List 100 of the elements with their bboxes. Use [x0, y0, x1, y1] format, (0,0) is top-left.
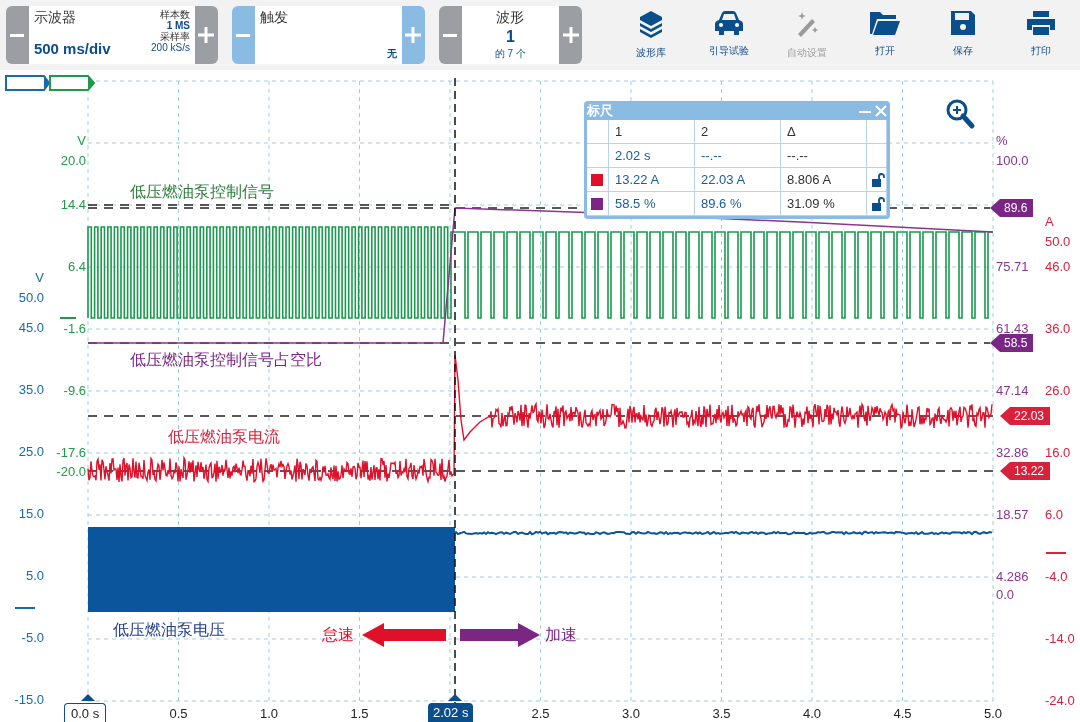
zero-marker [1045, 552, 1067, 554]
increase-button[interactable] [559, 6, 582, 64]
stack-icon [637, 10, 665, 38]
trace-label: 低压燃油泵电流 [168, 426, 280, 447]
car-tool-button[interactable]: 引导试验 [690, 10, 768, 60]
value-tag[interactable]: 58.5 [990, 334, 1034, 352]
axis-label: -14.0 [1045, 631, 1075, 647]
time-axis-label: 5.0 [983, 706, 1003, 721]
axis-unit: V [35, 270, 44, 286]
trigger-mode: 无 [386, 47, 397, 61]
folder-tool-button[interactable]: 打开 [846, 10, 924, 60]
axis-label: 45.0 [18, 320, 44, 336]
axis-label: -24.0 [1045, 693, 1075, 709]
time-axis-label: 1.0 [259, 706, 279, 721]
rate-value: 200 kS/s [151, 42, 190, 53]
ruler-cell: --.-- [695, 144, 781, 168]
ruler-cell: 13.22 A [609, 168, 695, 192]
cursor-time-label[interactable]: 2.02 s [428, 703, 474, 722]
decrease-button[interactable] [438, 6, 462, 64]
save-icon [950, 10, 976, 36]
axis-label: 47.14 [996, 383, 1029, 399]
axis-label: 6.4 [67, 259, 86, 275]
unlocked-padlock-icon[interactable] [871, 172, 885, 187]
time-axis-label: 2.5 [531, 706, 550, 721]
close-icon[interactable] [875, 104, 887, 117]
trace-label: 低压燃油泵控制信号占空比 [130, 349, 322, 370]
axis-label: 0.0 [996, 587, 1015, 603]
plus-icon [562, 27, 579, 43]
start-marker[interactable] [81, 694, 95, 701]
unlocked-padlock-icon[interactable] [871, 196, 885, 211]
timebase-value: 500 ms/div [33, 40, 111, 59]
zoom-icon[interactable] [946, 99, 975, 129]
axis-label: 35.0 [18, 382, 44, 398]
axis-label: 61.43 [996, 321, 1029, 337]
cursor-line[interactable] [454, 77, 456, 704]
axis-label: -17.6 [56, 445, 86, 461]
axis-label: -15.0 [14, 692, 44, 708]
time-start-label[interactable]: 0.0 s [64, 703, 107, 722]
time-axis-label: 3.0 [621, 706, 641, 721]
waveform-title: 波形 [496, 9, 525, 27]
axis-label: 26.0 [1045, 383, 1071, 399]
waveform-count: 的 7 个 [494, 47, 526, 61]
timebase-title: 示波器 [33, 9, 77, 27]
value-tag[interactable]: 89.6 [990, 199, 1034, 217]
axis-unit: V [77, 133, 86, 149]
ruler-cell: 31.09 % [781, 192, 867, 216]
trace-label: 低压燃油泵电压 [113, 619, 225, 640]
ruler-cell: --.-- [781, 144, 867, 168]
increase-button[interactable] [195, 6, 218, 64]
cursor-marker[interactable] [448, 694, 462, 701]
zero-marker [14, 607, 36, 609]
axis-label: 14.4 [60, 197, 86, 213]
zero-marker [59, 317, 77, 319]
axis-label: -9.6 [63, 383, 86, 399]
annotation-label: 加速 [545, 624, 577, 645]
waveform-number: 1 [505, 28, 515, 46]
axis-label: 75.71 [996, 259, 1029, 275]
samples-label: 样本数 [160, 9, 190, 20]
car-icon [714, 10, 744, 36]
ruler-cell: 2.02 s [609, 144, 695, 168]
axis-label: 5.0 [25, 568, 44, 584]
axis-label: 46.0 [1045, 259, 1071, 275]
print-icon [1026, 10, 1056, 36]
plus-icon [198, 27, 215, 43]
axis-label: 4.286 [996, 569, 1029, 585]
save-tool-button[interactable]: 保存 [924, 10, 1002, 60]
ruler-cell: 22.03 A [695, 168, 781, 192]
value-tag[interactable]: 22.03 [1000, 407, 1051, 425]
ruler-cell: 89.6 % [695, 192, 781, 216]
minus-icon [443, 33, 458, 37]
axis-label: 18.57 [996, 507, 1029, 523]
axis-label: 100.0 [996, 153, 1029, 169]
library-tool-button[interactable]: 波形库 [612, 10, 690, 60]
time-axis-label: 3.5 [712, 706, 731, 721]
axis-label: 50.0 [1045, 234, 1071, 250]
ruler-cell: 58.5 % [609, 192, 695, 216]
plus-icon [405, 27, 422, 43]
time-axis-label: 4.0 [802, 706, 822, 721]
ruler-cell [587, 120, 609, 144]
axis-label: -5.0 [21, 630, 44, 646]
increase-button[interactable] [401, 6, 425, 64]
decrease-button[interactable] [231, 6, 255, 64]
ruler-header-cell: Δ [781, 120, 867, 144]
samples-value: 1 MS [166, 20, 190, 31]
axis-label: 16.0 [1045, 445, 1071, 461]
axis-unit: A [1045, 214, 1054, 230]
axis-label: 20.0 [60, 153, 86, 169]
value-tag[interactable]: 13.22 [1000, 462, 1051, 480]
axis-label: -20.0 [56, 464, 86, 480]
decrease-button[interactable] [6, 6, 29, 64]
ruler-cell: 8.806 A [781, 168, 867, 192]
channel-marker-tabs[interactable] [5, 75, 96, 91]
print-tool-button[interactable]: 打印 [1002, 10, 1080, 60]
minus-icon [236, 33, 251, 37]
annotation-label: 怠速 [322, 624, 354, 645]
time-axis-label: 4.5 [893, 706, 912, 721]
axis-label: 6.0 [1045, 507, 1064, 523]
axis-label: -4.0 [1045, 569, 1068, 585]
ruler-header-cell: 2 [695, 120, 781, 144]
axis-unit: % [996, 133, 1008, 149]
